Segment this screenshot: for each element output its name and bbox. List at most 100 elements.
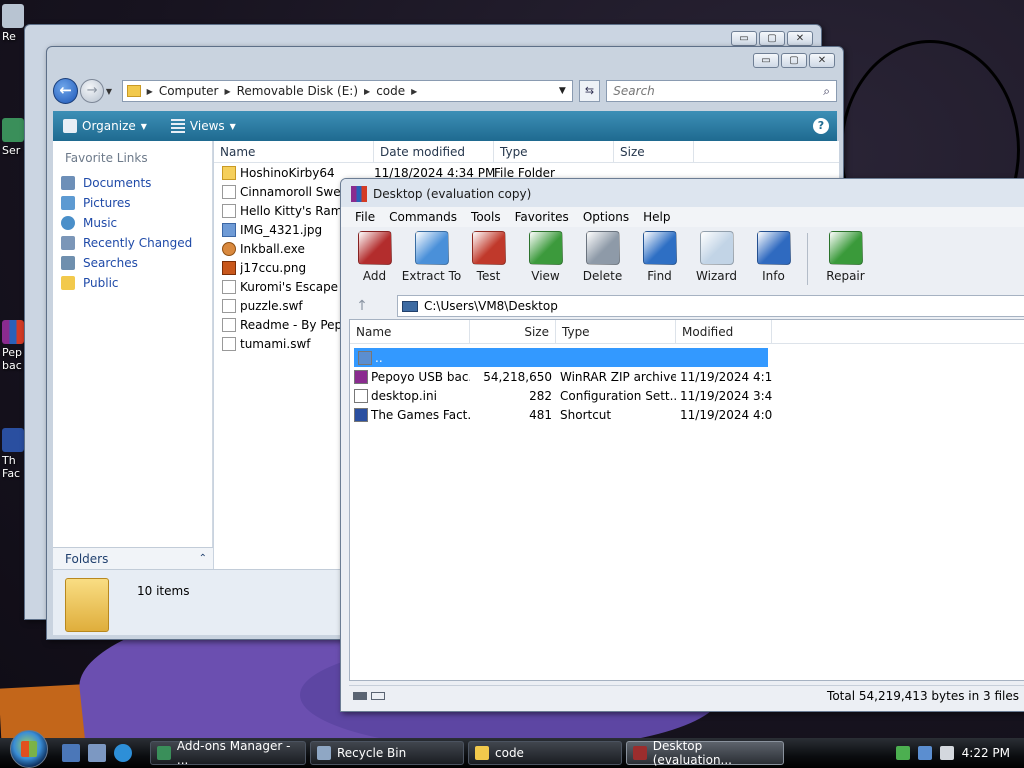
column-header-type[interactable]: Type: [556, 320, 676, 343]
column-header-date[interactable]: Date modified: [374, 141, 494, 162]
nav-link-documents[interactable]: Documents: [53, 173, 212, 193]
toolbar-button-extract-to[interactable]: Extract To: [402, 227, 461, 283]
toolbar-button-wizard[interactable]: Wizard: [689, 227, 744, 283]
cell-type-text: Configuration Sett...: [560, 388, 676, 403]
clock[interactable]: 4:22 PM: [962, 746, 1010, 760]
address-bar[interactable]: ▶ Computer ▶ Removable Disk (E:) ▶ code …: [121, 80, 573, 102]
cell-type: WinRAR ZIP archive: [556, 370, 676, 384]
windows-logo-icon: [21, 741, 37, 757]
column-header-name[interactable]: Name: [350, 320, 470, 343]
breadcrumb-code[interactable]: code: [376, 84, 405, 98]
breadcrumb-separator-icon: ▶: [364, 86, 371, 96]
column-header-size[interactable]: Size: [614, 141, 694, 162]
views-button[interactable]: Views ▼: [170, 119, 236, 133]
taskbar-button[interactable]: Desktop (evaluation...: [626, 739, 784, 767]
toolbar-button-label: Find: [647, 269, 672, 283]
toolbar-button-info[interactable]: Info: [746, 227, 801, 283]
toolbar-button-view[interactable]: View: [518, 227, 573, 283]
desktop-icon-label: Th Fac: [2, 454, 21, 480]
column-header-name[interactable]: Name: [214, 141, 374, 162]
navigation-pane: Favorite Links Documents Pictures Music …: [53, 141, 213, 571]
up-one-level-icon[interactable]: ↑: [347, 298, 377, 314]
path-field[interactable]: C:\Users\VM8\Desktop: [397, 295, 1024, 317]
cell-size-text: 481: [529, 407, 552, 422]
forward-button[interactable]: →: [80, 79, 104, 103]
nav-link-searches[interactable]: Searches: [53, 253, 212, 273]
volume-muted-icon[interactable]: [939, 746, 954, 760]
archive-row[interactable]: desktop.ini 282 Configuration Sett... 11/19…: [350, 386, 1024, 405]
organize-button[interactable]: Organize ▼: [63, 119, 147, 133]
menu-tools[interactable]: Tools: [471, 210, 501, 224]
menu-favorites[interactable]: Favorites: [515, 210, 569, 224]
refresh-button[interactable]: ⇆: [578, 80, 601, 102]
minimize-button[interactable]: ▭: [753, 53, 779, 68]
desktop-icon-label: Pep bac: [2, 346, 22, 372]
minimize-button[interactable]: ▭: [731, 31, 757, 46]
item-count: 10 items: [137, 584, 190, 598]
internet-explorer-icon[interactable]: [114, 744, 132, 762]
repair-kit-icon: [828, 231, 863, 265]
test-clipboard-icon: [471, 231, 506, 265]
winrar-file-list: Name Size Type Modified .. Pepoyo USB bac…: [349, 319, 1024, 681]
nav-link-pictures[interactable]: Pictures: [53, 193, 212, 213]
toolbar-button-find[interactable]: Find: [632, 227, 687, 283]
menu-options[interactable]: Options: [583, 210, 629, 224]
taskbar-button[interactable]: Add-ons Manager - ...: [150, 739, 306, 767]
menu-commands[interactable]: Commands: [389, 210, 457, 224]
toolbar-button-test[interactable]: Test: [461, 227, 516, 283]
start-button[interactable]: [10, 730, 48, 768]
address-dropdown-icon[interactable]: ▼: [559, 86, 566, 96]
close-button[interactable]: ✕: [787, 31, 813, 46]
taskbar-button[interactable]: code: [468, 741, 622, 765]
nav-link-label: Documents: [83, 176, 152, 190]
menu-file[interactable]: File: [355, 210, 375, 224]
cell-name-text: The Games Fact...: [371, 407, 470, 422]
document-icon: [222, 298, 236, 313]
breadcrumb-removable-disk[interactable]: Removable Disk (E:): [237, 84, 358, 98]
favorite-links-header: Favorite Links: [65, 151, 148, 165]
cell-name: ..: [354, 350, 469, 365]
key-icon: [371, 691, 385, 700]
system-tray: 4:22 PM: [895, 746, 1024, 760]
archive-row[interactable]: Pepoyo USB bac... 54,218,650 WinRAR ZIP ar…: [350, 367, 1024, 386]
application-icon: [222, 241, 236, 256]
nav-link-label: Pictures: [83, 196, 131, 210]
column-header-type[interactable]: Type: [494, 141, 614, 162]
safely-remove-icon[interactable]: [895, 746, 910, 760]
help-button[interactable]: ?: [813, 118, 829, 134]
nav-link-label: Recently Changed: [83, 236, 193, 250]
switch-windows-icon[interactable]: [88, 744, 106, 762]
search-box[interactable]: Search ⌕: [606, 80, 837, 102]
archive-row[interactable]: The Games Fact... 481 Shortcut 11/19/2024 4…: [350, 405, 1024, 424]
search-placeholder: Search: [613, 84, 655, 98]
toolbar-button-label: Add: [362, 269, 387, 283]
toolbar-button-repair[interactable]: Repair: [818, 227, 873, 283]
nav-link-public[interactable]: Public: [53, 273, 212, 293]
back-button[interactable]: ←: [53, 78, 79, 104]
cell-size: 481: [470, 408, 556, 422]
nav-link-music[interactable]: Music: [53, 213, 212, 233]
maximize-button[interactable]: ▢: [759, 31, 785, 46]
maximize-button[interactable]: ▢: [781, 53, 807, 68]
close-button[interactable]: ✕: [809, 53, 835, 68]
views-label: Views: [189, 119, 225, 133]
taskbar-app-icon: [475, 746, 489, 760]
toolbar-button-delete[interactable]: Delete: [575, 227, 630, 283]
network-icon[interactable]: [917, 746, 932, 760]
column-header-modified[interactable]: Modified: [676, 320, 772, 343]
toolbar-button-add[interactable]: Add: [347, 227, 402, 283]
menu-help[interactable]: Help: [643, 210, 670, 224]
archive-row[interactable]: ..: [354, 348, 768, 367]
recent-pages-dropdown[interactable]: ▼: [106, 87, 116, 96]
breadcrumb-computer[interactable]: Computer: [159, 84, 219, 98]
breadcrumb-separator-icon: ▶: [224, 86, 231, 96]
taskbar-button[interactable]: Recycle Bin: [310, 741, 464, 765]
nav-link-recently-changed[interactable]: Recently Changed: [53, 233, 212, 253]
document-icon: [222, 279, 236, 294]
cell-modified: 11/19/2024 3:4...: [676, 389, 772, 403]
winrar-window[interactable]: Desktop (evaluation copy) File Commands …: [340, 178, 1024, 712]
show-desktop-icon[interactable]: [62, 744, 80, 762]
folders-toggle[interactable]: Folders ⌃: [53, 547, 213, 569]
cell-name-text: Pepoyo USB bac...: [371, 369, 470, 384]
column-header-size[interactable]: Size: [470, 320, 556, 343]
